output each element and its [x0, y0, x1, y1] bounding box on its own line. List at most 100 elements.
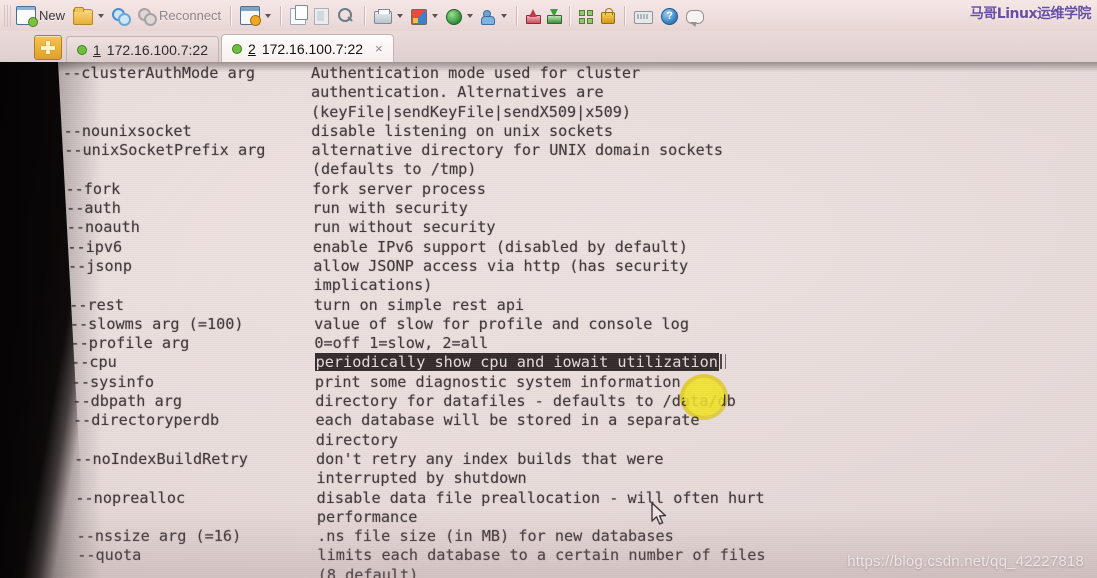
- people-icon: [481, 9, 496, 25]
- terminal-description-line: directory: [315, 430, 399, 449]
- toolbar-reconnect-button[interactable]: Reconnect: [135, 3, 224, 29]
- new-tab-button[interactable]: [34, 35, 62, 60]
- folder-icon: [73, 6, 94, 25]
- terminal-description-line: authentication. Alternatives are: [311, 83, 604, 102]
- chevron-down-icon[interactable]: [501, 13, 508, 18]
- terminal-surface: --clusterAuthMode arg --nounixsocket --uni…: [0, 62, 1097, 578]
- terminal-option-line: --noIndexBuildRetry: [74, 449, 248, 468]
- terminal-option-line: --ipv6: [67, 237, 123, 256]
- terminal-option-line: --slowms arg (=100): [69, 314, 244, 333]
- color-palette-icon: [411, 8, 428, 25]
- terminal-description-line: (defaults to /tmp): [311, 160, 477, 179]
- terminal-option-line: --cpu: [71, 353, 117, 372]
- preferences-icon: [240, 6, 262, 26]
- toolbar-upload-button[interactable]: [523, 3, 542, 29]
- brand-watermark: 马哥Linux运维学院: [969, 6, 1092, 22]
- tab-session-2[interactable]: 2 172.16.100.7:22 ×: [221, 34, 394, 62]
- link-broken-icon: [138, 7, 158, 26]
- terminal-description-column: Authentication mode used for cluster auth…: [311, 64, 765, 578]
- terminal-description-line: value of slow for profile and console lo…: [314, 314, 689, 333]
- toolbar-connect-button[interactable]: [109, 3, 133, 29]
- toolbar-print-button[interactable]: [371, 3, 406, 29]
- terminal-option-line: --noprealloc: [75, 488, 186, 507]
- chevron-down-icon[interactable]: [265, 13, 272, 18]
- new-window-icon: [16, 6, 38, 27]
- toolbar-gripper[interactable]: [4, 4, 12, 27]
- main-toolbar: New Reconnect ? 马哥Linux运维学院: [0, 0, 1097, 32]
- tab-status-dot-icon: [77, 44, 87, 55]
- globe-icon: [446, 8, 463, 25]
- toolbar-chat-window-button[interactable]: [478, 3, 510, 29]
- terminal-description-line: Authentication mode used for cluster: [311, 64, 641, 82]
- chevron-down-icon[interactable]: [397, 13, 404, 18]
- toolbar-chat-button[interactable]: [683, 3, 707, 29]
- terminal-option-line: --clusterAuthMode arg: [63, 64, 256, 82]
- tab-number: 2: [248, 40, 256, 57]
- tab-status-dot-icon: [232, 43, 243, 54]
- terminal-description-line: .ns file size (in MB) for new databases: [317, 527, 674, 546]
- download-icon: [547, 8, 563, 24]
- terminal-option-line: --dbpath arg: [72, 392, 183, 411]
- link-icon: [112, 7, 132, 26]
- toolbar-divider: [624, 5, 626, 26]
- terminal-option-line: --rest: [69, 295, 125, 314]
- toolbar-global-options-button[interactable]: [443, 3, 476, 29]
- copy-icon: [290, 4, 309, 25]
- toolbar-new-session-button[interactable]: New: [13, 3, 68, 29]
- terminal-description-line: alternative directory for UNIX domain so…: [311, 141, 724, 160]
- chevron-down-icon[interactable]: [467, 13, 474, 18]
- terminal-option-line: --nounixsocket: [63, 121, 192, 140]
- terminal-option-column: --clusterAuthMode arg --nounixsocket --uni…: [63, 64, 272, 578]
- toolbar-find-button[interactable]: [334, 3, 358, 29]
- terminal-description-line: fork server process: [312, 179, 486, 198]
- tab-session-1[interactable]: 1 172.16.100.7:22: [66, 36, 220, 62]
- close-icon[interactable]: ×: [375, 41, 383, 56]
- toolbar-paste-button[interactable]: [311, 3, 332, 29]
- chevron-down-icon[interactable]: [98, 13, 105, 18]
- help-icon: ?: [661, 7, 679, 25]
- toolbar-reconnect-label: Reconnect: [159, 8, 222, 23]
- terminal-description-line: limits each database to a certain number…: [317, 546, 766, 565]
- terminal-option-line: --directoryperdb: [72, 411, 220, 430]
- toolbar-arrange-windows-button[interactable]: [576, 3, 596, 29]
- terminal-description-line: don't retry any index builds that were: [316, 449, 664, 468]
- toolbar-divider: [280, 5, 282, 26]
- chevron-down-icon[interactable]: [432, 13, 439, 18]
- toolbar-appearance-button[interactable]: [408, 3, 441, 29]
- terminal-option-line: --quota: [77, 546, 142, 565]
- toolbar-download-button[interactable]: [544, 3, 563, 29]
- print-icon: [374, 9, 393, 24]
- toolbar-divider: [516, 5, 518, 26]
- search-icon: [337, 7, 355, 24]
- terminal-description-line: interrupted by shutdown: [316, 469, 527, 488]
- terminal-option-line: --jsonp: [67, 256, 132, 275]
- terminal-selected-text: periodically show cpu and iowait utiliza…: [314, 353, 719, 372]
- terminal-option-line: --sysinfo: [71, 372, 154, 391]
- toolbar-keymap-button[interactable]: [631, 3, 656, 29]
- toolbar-open-folder-button[interactable]: [70, 3, 107, 29]
- terminal-description-line: allow JSONP access via http (has securit…: [313, 256, 689, 275]
- terminal-description-line: turn on simple rest api: [313, 295, 525, 314]
- terminal-description-line: 0=off 1=slow, 2=all: [314, 334, 489, 353]
- terminal-description-line: enable IPv6 support (disabled by default…: [312, 237, 688, 256]
- terminal-description-line: performance: [316, 507, 418, 526]
- tab-title: 172.16.100.7:22: [261, 40, 364, 57]
- toolbar-session-options-button[interactable]: [237, 3, 274, 29]
- tab-number: 1: [93, 41, 101, 58]
- toolbar-lock-session-button[interactable]: [598, 3, 618, 29]
- toolbar-new-label: New: [39, 8, 66, 23]
- terminal-description-line: directory for datafiles - defaults to /d…: [315, 392, 736, 411]
- terminal-pane[interactable]: --clusterAuthMode arg --nounixsocket --uni…: [0, 62, 1097, 578]
- terminal-description-line: print some diagnostic system information: [314, 372, 681, 391]
- tab-strip: 1 172.16.100.7:22 2 172.16.100.7:22 ×: [0, 31, 1097, 63]
- toolbar-help-button[interactable]: ?: [658, 3, 681, 29]
- paste-icon: [314, 7, 330, 25]
- toolbar-copy-button[interactable]: [287, 3, 309, 29]
- terminal-option-line: --nssize arg (=16): [76, 527, 242, 546]
